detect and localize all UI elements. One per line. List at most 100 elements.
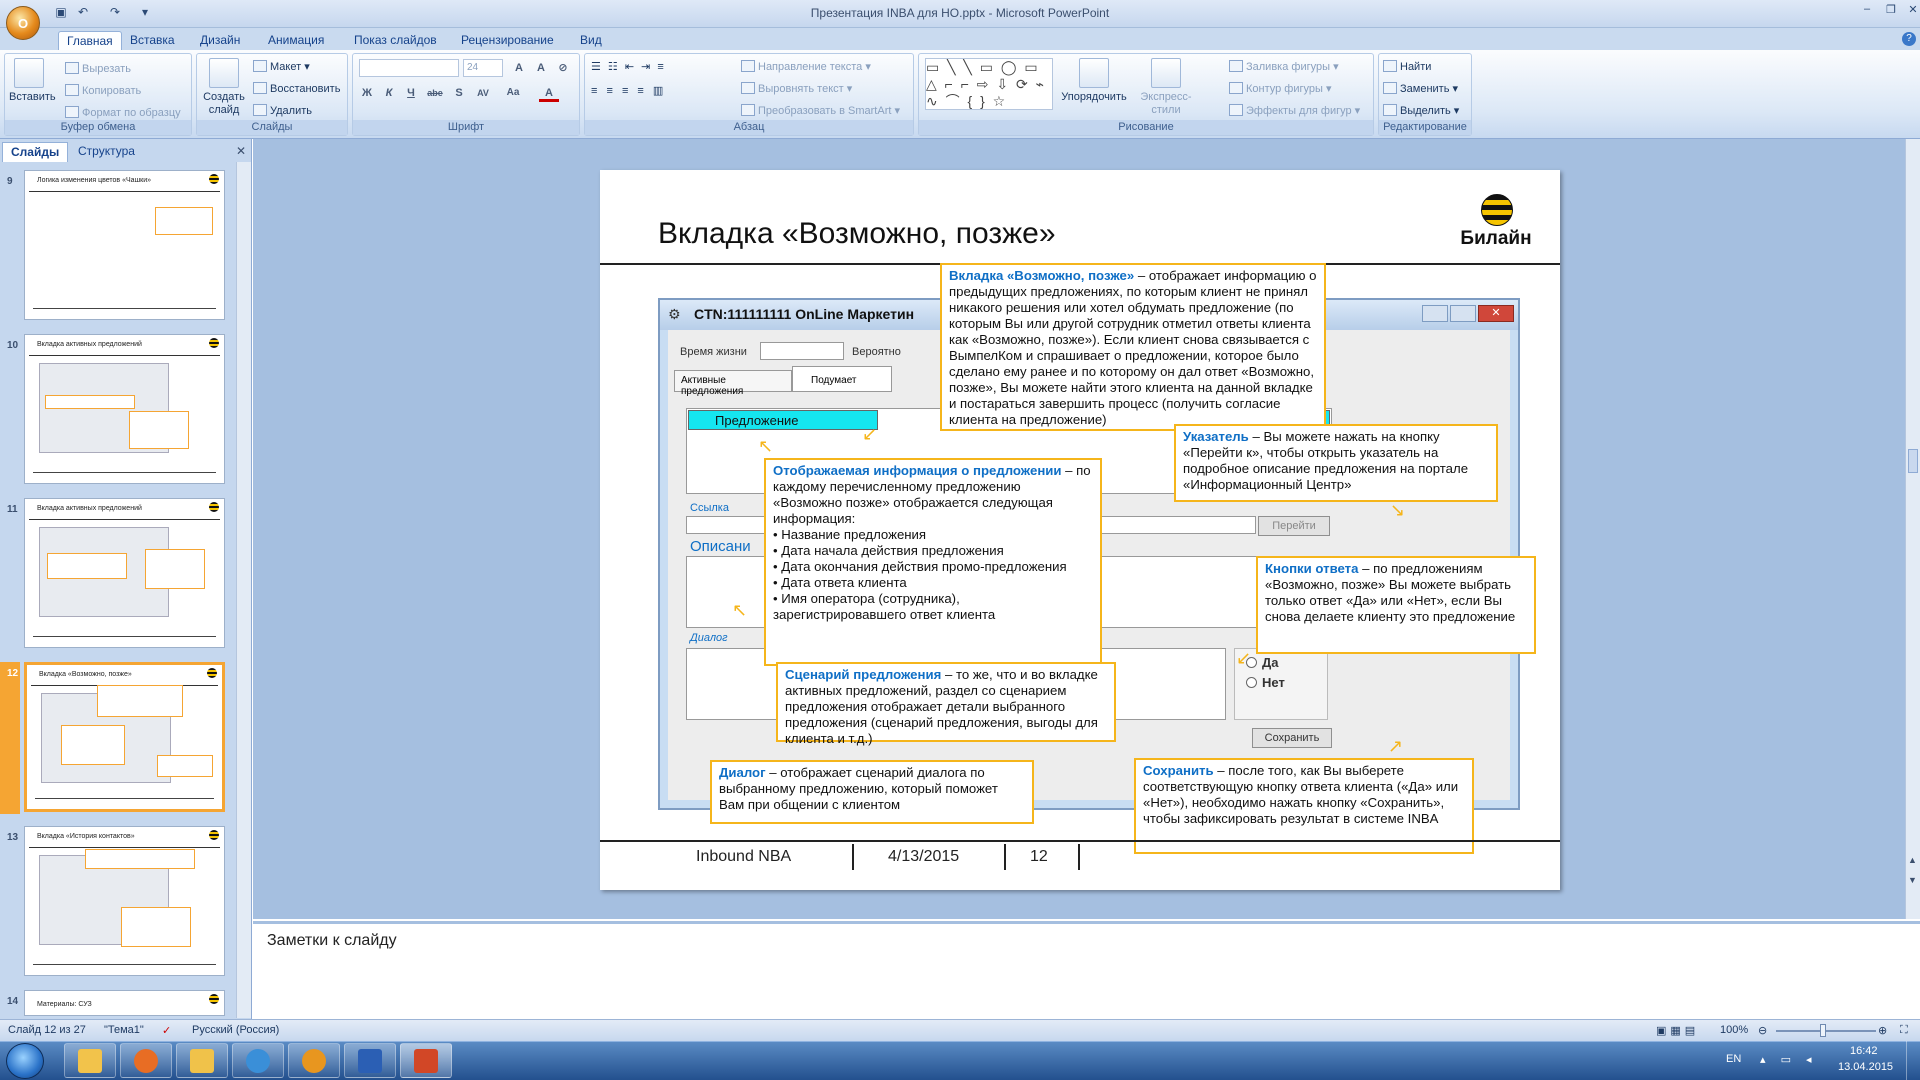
taskbar-ie[interactable]	[232, 1043, 284, 1078]
spellcheck-icon[interactable]: ✓	[162, 1024, 171, 1037]
italic-button[interactable]: К	[379, 84, 399, 102]
shape-effects-button[interactable]: Эффекты для фигур ▾	[1229, 104, 1360, 117]
thumb-callout	[157, 755, 213, 777]
slide-canvas[interactable]: Вкладка «Возможно, позже» Билайн ⚙ CTN:1…	[600, 170, 1560, 890]
undo-icon[interactable]: ↶	[74, 5, 92, 21]
view-buttons[interactable]: ▣▦▤	[1656, 1024, 1699, 1037]
font-name-box[interactable]	[359, 59, 459, 77]
strikethrough-button[interactable]: abe	[425, 84, 445, 102]
new-slide-button[interactable]: Создать слайд	[201, 58, 247, 117]
arrange-button[interactable]: Упорядочить	[1061, 58, 1127, 104]
input-language[interactable]: EN	[1726, 1053, 1741, 1065]
office-button[interactable]: O	[6, 6, 40, 40]
zoom-thumb[interactable]	[1820, 1024, 1826, 1037]
tab-animation[interactable]: Анимация	[260, 31, 332, 50]
taskbar-media[interactable]	[120, 1043, 172, 1078]
main-scrollbar[interactable]: ▲ ▼	[1905, 139, 1920, 919]
prev-slide-icon[interactable]: ▲	[1908, 855, 1917, 865]
spacing-button[interactable]: AV	[473, 84, 493, 102]
align-text-button[interactable]: Выровнять текст ▾	[741, 82, 852, 95]
tab-insert[interactable]: Вставка	[122, 31, 183, 50]
align-buttons[interactable]: ≡ ≡ ≡ ≡ ▥	[591, 84, 731, 97]
taskbar-powerpoint[interactable]	[400, 1043, 452, 1078]
close-button[interactable]: ✕	[1900, 3, 1920, 21]
slides-pane-scrollbar[interactable]	[236, 162, 251, 1018]
smartart-button[interactable]: Преобразовать в SmartArt ▾	[741, 104, 900, 117]
tray-icons[interactable]: ▴ ▭ ◂	[1760, 1053, 1818, 1066]
callout-pointer[interactable]: Указатель – Вы можете нажать на кнопку «…	[1174, 424, 1498, 502]
show-desktop-button[interactable]	[1906, 1041, 1920, 1080]
replace-button[interactable]: Заменить ▾	[1383, 82, 1458, 95]
copy-button[interactable]: Копировать	[65, 84, 141, 97]
taskbar-explorer[interactable]	[64, 1043, 116, 1078]
callout-info-item: • Дата начала действия предложения	[773, 543, 1004, 558]
slide-thumbnail-14[interactable]: Материалы: СУЗ	[24, 990, 225, 1016]
tab-review[interactable]: Рецензирование	[453, 31, 562, 50]
select-button[interactable]: Выделить ▾	[1383, 104, 1459, 117]
clear-format-button[interactable]: ⊘	[553, 59, 573, 77]
help-icon[interactable]: ?	[1902, 32, 1916, 46]
shadow-button[interactable]: S	[449, 84, 469, 102]
paste-button[interactable]: Вставить	[9, 58, 56, 104]
zoom-slider[interactable]	[1776, 1030, 1876, 1032]
notes-pane[interactable]: Заметки к слайду	[253, 921, 1920, 1019]
cut-button[interactable]: Вырезать	[65, 62, 131, 75]
thumb-number: 14	[7, 996, 19, 1007]
underline-button[interactable]: Ч	[401, 84, 421, 102]
zoom-out-icon[interactable]: ⊖	[1758, 1024, 1767, 1037]
callout-buttons[interactable]: Кнопки ответа – по предложениям «Возможн…	[1256, 556, 1536, 654]
tab-design[interactable]: Дизайн	[192, 31, 248, 50]
layout-button[interactable]: Макет ▾	[253, 60, 310, 73]
quick-styles-button[interactable]: Экспресс-стили	[1129, 58, 1203, 117]
font-size-box[interactable]: 24	[463, 59, 503, 77]
tab-view[interactable]: Вид	[572, 31, 610, 50]
save-icon[interactable]: ▣	[52, 5, 70, 21]
align-text-label: Выровнять текст	[758, 83, 844, 95]
text-direction-button[interactable]: Направление текста ▾	[741, 60, 871, 73]
delete-slide-button[interactable]: Удалить	[253, 104, 312, 117]
clock-time[interactable]: 16:42	[1850, 1045, 1878, 1057]
next-slide-icon[interactable]: ▼	[1908, 875, 1917, 885]
tab-slideshow[interactable]: Показ слайдов	[346, 31, 445, 50]
change-case-button[interactable]: Aa	[503, 84, 523, 102]
tab-slides[interactable]: Слайды	[2, 142, 69, 162]
slide-thumbnail-10[interactable]: Вкладка активных предложений	[24, 334, 225, 484]
callout-tab[interactable]: Вкладка «Возможно, позже» – отображает и…	[940, 263, 1326, 431]
fit-slide-icon[interactable]: ⛶	[1900, 1024, 1908, 1037]
shape-fill-button[interactable]: Заливка фигуры ▾	[1229, 60, 1339, 73]
theme-name[interactable]: "Тема1"	[104, 1024, 144, 1036]
qat-dropdown-icon[interactable]: ▾	[136, 5, 154, 21]
scroll-thumb[interactable]	[1908, 449, 1918, 473]
language[interactable]: Русский (Россия)	[192, 1024, 279, 1036]
find-button[interactable]: Найти	[1383, 60, 1431, 73]
shapes-gallery[interactable]: ▭ ╲ ╲ ▭ ◯ ▭ △ ⌐ ⌐ ⇨ ⇩ ⟳ ⌁ ∿ ⌒ { } ☆	[925, 58, 1053, 110]
slide-thumbnail-12[interactable]: Вкладка «Возможно, позже»	[24, 662, 225, 812]
taskbar-outlook[interactable]	[176, 1043, 228, 1078]
minimize-button[interactable]: –	[1854, 3, 1880, 21]
start-button[interactable]	[6, 1043, 44, 1079]
slide-thumbnail-13[interactable]: Вкладка «История контактов»	[24, 826, 225, 976]
reset-button[interactable]: Восстановить	[253, 82, 340, 95]
bold-button[interactable]: Ж	[357, 84, 377, 102]
slide-thumbnail-9[interactable]: Логика изменения цветов «Чашки»	[24, 170, 225, 320]
grow-font-button[interactable]: A	[509, 59, 529, 77]
callout-scenario[interactable]: Сценарий предложения – то же, что и во в…	[776, 662, 1116, 746]
format-painter-button[interactable]: Формат по образцу	[65, 106, 181, 119]
redo-icon[interactable]: ↷	[106, 5, 124, 21]
taskbar-app[interactable]	[288, 1043, 340, 1078]
callout-dialog[interactable]: Диалог – отображает сценарий диалога по …	[710, 760, 1034, 824]
shrink-font-button[interactable]: A	[531, 59, 551, 77]
clock-date[interactable]: 13.04.2015	[1838, 1061, 1893, 1073]
shape-outline-button[interactable]: Контур фигуры ▾	[1229, 82, 1332, 95]
slide-thumbnail-11[interactable]: Вкладка активных предложений	[24, 498, 225, 648]
font-color-button[interactable]: A	[539, 84, 559, 102]
taskbar-word[interactable]	[344, 1043, 396, 1078]
tab-home[interactable]: Главная	[58, 31, 122, 50]
callout-info[interactable]: Отображаемая информация о предложении – …	[764, 458, 1102, 666]
zoom-level[interactable]: 100%	[1720, 1024, 1748, 1036]
close-pane-icon[interactable]: ✕	[236, 144, 246, 158]
zoom-in-icon[interactable]: ⊕	[1878, 1024, 1887, 1037]
tab-outline[interactable]: Структура	[70, 142, 143, 162]
list-buttons[interactable]: ☰ ☷ ⇤ ⇥ ≡	[591, 60, 751, 73]
slide-title[interactable]: Вкладка «Возможно, позже»	[658, 217, 1056, 251]
